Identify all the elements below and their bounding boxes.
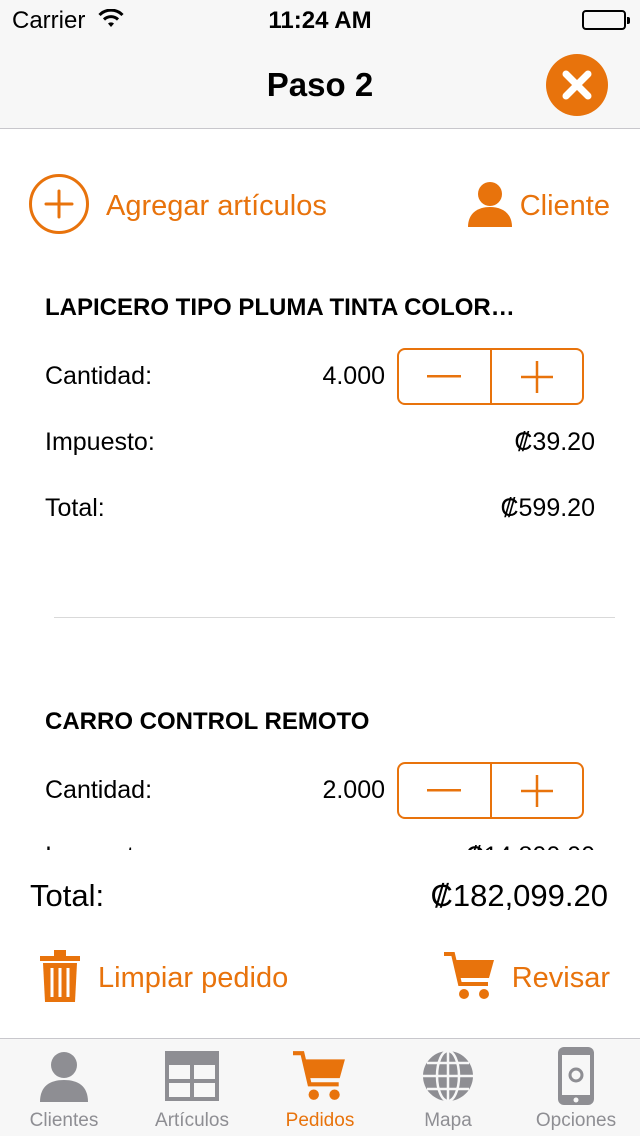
- tax-value: ₡14,800.00: [466, 842, 595, 850]
- clear-order-label: Limpiar pedido: [98, 961, 289, 994]
- client-button[interactable]: Cliente: [466, 174, 610, 238]
- clear-order-button[interactable]: Limpiar pedido: [40, 949, 289, 1007]
- client-label: Cliente: [519, 189, 610, 222]
- tab-label: Mapa: [424, 1110, 472, 1131]
- tab-clientes[interactable]: Clientes: [0, 1039, 128, 1136]
- increment-button[interactable]: [492, 350, 583, 403]
- quantity-label: Cantidad:: [45, 362, 153, 390]
- quantity-value: 4.000: [322, 362, 385, 390]
- tab-label: Clientes: [29, 1110, 99, 1131]
- quantity-label: Cantidad:: [45, 776, 153, 804]
- tab-mapa[interactable]: Mapa: [384, 1039, 512, 1136]
- review-label: Revisar: [511, 961, 610, 994]
- close-icon[interactable]: [546, 54, 608, 116]
- grid-icon: [162, 1047, 222, 1105]
- quantity-stepper[interactable]: [397, 762, 584, 819]
- tab-pedidos[interactable]: Pedidos: [256, 1039, 384, 1136]
- minus-icon: [427, 374, 462, 377]
- item-divider: [54, 617, 615, 618]
- item-total-value: ₡599.20: [500, 494, 595, 522]
- order-item: CARRO CONTROL REMOTO Cantidad: 2.000 Imp…: [0, 684, 640, 850]
- battery-icon: [582, 10, 630, 30]
- tab-opciones[interactable]: Opciones: [512, 1039, 640, 1136]
- tax-label: Impuesto:: [45, 842, 155, 850]
- action-row: Agregar artículos Cliente: [0, 173, 640, 240]
- increment-button[interactable]: [492, 764, 583, 817]
- order-total-value: ₡182,099.20: [430, 878, 608, 913]
- tab-label: Opciones: [535, 1110, 617, 1131]
- minus-icon: [427, 788, 462, 791]
- order-summary: Total: ₡182,099.20 Limpiar pedido Revisa…: [0, 850, 640, 1038]
- item-name: CARRO CONTROL REMOTO: [45, 708, 370, 735]
- cart-icon: [290, 1047, 350, 1105]
- tab-articulos[interactable]: Artículos: [128, 1039, 256, 1136]
- tab-label: Artículos: [155, 1110, 229, 1131]
- tab-bar: Clientes Artículos Pedidos Mapa Opciones: [0, 1038, 640, 1136]
- item-total-label: Total:: [45, 494, 105, 522]
- status-bar: Carrier 11:24 AM: [0, 0, 640, 40]
- trash-icon: [40, 949, 80, 1007]
- plus-circle-icon: [28, 173, 90, 240]
- globe-icon: [418, 1047, 478, 1105]
- page-title: Paso 2: [266, 66, 374, 103]
- person-icon: [466, 180, 514, 233]
- order-total-label: Total:: [30, 878, 105, 913]
- tab-label: Pedidos: [285, 1110, 355, 1131]
- status-time: 11:24 AM: [268, 7, 372, 34]
- plus-icon: [520, 774, 553, 807]
- decrement-button[interactable]: [399, 764, 492, 817]
- quantity-stepper[interactable]: [397, 348, 584, 405]
- decrement-button[interactable]: [399, 350, 492, 403]
- plus-icon: [520, 360, 553, 393]
- tax-label: Impuesto:: [45, 428, 155, 456]
- navigation-bar: Paso 2: [0, 40, 640, 129]
- phone-settings-icon: [546, 1047, 606, 1105]
- tax-value: ₡39.20: [514, 428, 595, 456]
- order-item: LAPICERO TIPO PLUMA TINTA COLOR… Cantida…: [0, 270, 640, 684]
- quantity-value: 2.000: [322, 776, 385, 804]
- person-icon: [34, 1047, 94, 1105]
- order-items-list[interactable]: LAPICERO TIPO PLUMA TINTA COLOR… Cantida…: [0, 270, 640, 850]
- item-name: LAPICERO TIPO PLUMA TINTA COLOR…: [45, 294, 515, 321]
- review-button[interactable]: Revisar: [443, 950, 610, 1007]
- cart-icon: [443, 950, 496, 1007]
- add-items-button[interactable]: Agregar artículos: [28, 173, 327, 240]
- add-items-label: Agregar artículos: [106, 189, 327, 222]
